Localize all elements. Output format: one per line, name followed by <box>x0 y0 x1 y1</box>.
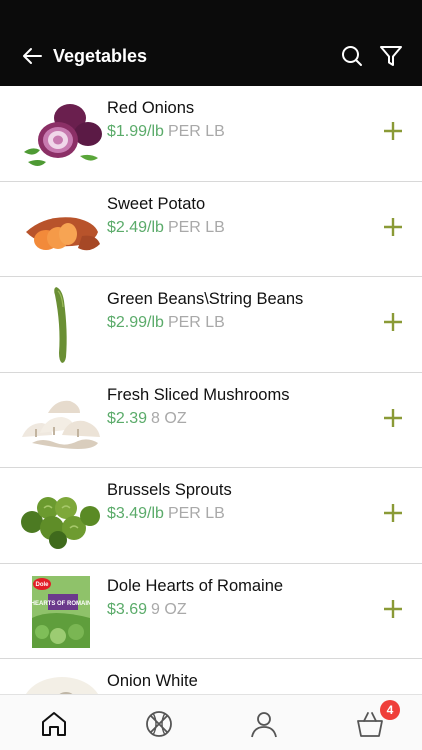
product-unit: 8 OZ <box>151 409 187 427</box>
product-price: $3.49/lb <box>107 505 164 522</box>
home-icon[interactable] <box>39 709 69 739</box>
price-line: $3.69 9 OZ <box>107 601 187 619</box>
product-unit: 9 OZ <box>151 600 187 618</box>
price-line: $2.49/lb PER LB <box>107 219 225 237</box>
cart-count-badge: 4 <box>380 700 400 720</box>
white-onion-image <box>25 677 99 694</box>
back-arrow-icon[interactable] <box>20 44 44 68</box>
add-to-cart-plus-icon[interactable] <box>382 311 404 333</box>
green-bean-image <box>54 287 67 363</box>
product-row[interactable]: Brussels Sprouts $3.49/lb PER LB <box>0 468 422 564</box>
product-unit: PER LB <box>167 314 225 331</box>
page-title: Vegetables <box>53 46 148 66</box>
add-to-cart-plus-icon[interactable] <box>382 598 404 620</box>
product-row[interactable]: HEARTS OF ROMAINE Dole Dole Hearts of Ro… <box>0 563 422 659</box>
product-unit: PER LB <box>167 505 225 522</box>
package-label-text: HEARTS OF ROMAINE <box>31 601 96 607</box>
add-to-cart-plus-icon[interactable] <box>382 216 404 238</box>
product-name: Onion White <box>107 672 198 690</box>
product-name: Brussels Sprouts <box>107 481 232 499</box>
product-price: $2.49/lb <box>107 218 164 236</box>
package-brand-text: Dole <box>35 582 49 588</box>
product-unit: PER LB <box>167 218 225 236</box>
product-row[interactable]: Fresh Sliced Mushrooms $2.39 8 OZ <box>0 372 422 468</box>
product-row[interactable]: Sweet Potato $2.49/lb PER LB <box>0 181 422 277</box>
red-onion-image <box>24 104 102 166</box>
product-list: Red Onions $1.99/lb PER LB Sweet Potato $… <box>0 86 422 694</box>
product-price: $2.99/lb <box>107 314 164 331</box>
product-row[interactable]: Green Beans\String Beans $2.99/lb PER LB <box>0 277 422 373</box>
brussels-sprouts-image <box>21 497 100 549</box>
add-to-cart-plus-icon[interactable] <box>382 502 404 524</box>
product-name: Red Onions <box>107 99 195 117</box>
product-name: Sweet Potato <box>107 194 206 213</box>
product-name: Green Beans\String Beans <box>107 290 304 308</box>
product-price: $1.99/lb <box>107 123 164 140</box>
price-line: $3.49/lb PER LB <box>107 505 225 523</box>
add-to-cart-plus-icon[interactable] <box>382 407 404 429</box>
product-row[interactable]: Red Onions $1.99/lb PER LB <box>0 86 422 182</box>
product-name: Dole Hearts of Romaine <box>107 576 284 595</box>
product-row[interactable]: Onion White <box>0 659 422 694</box>
bottom-tab-bar <box>0 694 422 750</box>
price-line: $1.99/lb PER LB <box>107 123 225 141</box>
app-header: Vegetables <box>0 0 422 86</box>
search-icon[interactable] <box>340 44 364 68</box>
price-line: $2.39 8 OZ <box>107 410 187 428</box>
price-line: $2.99/lb PER LB <box>107 314 225 332</box>
product-name: Fresh Sliced Mushrooms <box>107 385 290 404</box>
sweet-potato-image <box>26 216 100 250</box>
sliced-mushroom-image <box>22 400 100 449</box>
basketball-icon[interactable] <box>144 709 174 739</box>
product-unit: PER LB <box>167 123 225 140</box>
filter-icon[interactable] <box>378 43 404 69</box>
romaine-package-image: HEARTS OF ROMAINE Dole <box>31 575 96 648</box>
add-to-cart-plus-icon[interactable] <box>382 120 404 142</box>
product-price: $3.69 <box>107 600 148 618</box>
product-price: $2.39 <box>107 409 148 427</box>
user-icon[interactable] <box>249 709 279 739</box>
